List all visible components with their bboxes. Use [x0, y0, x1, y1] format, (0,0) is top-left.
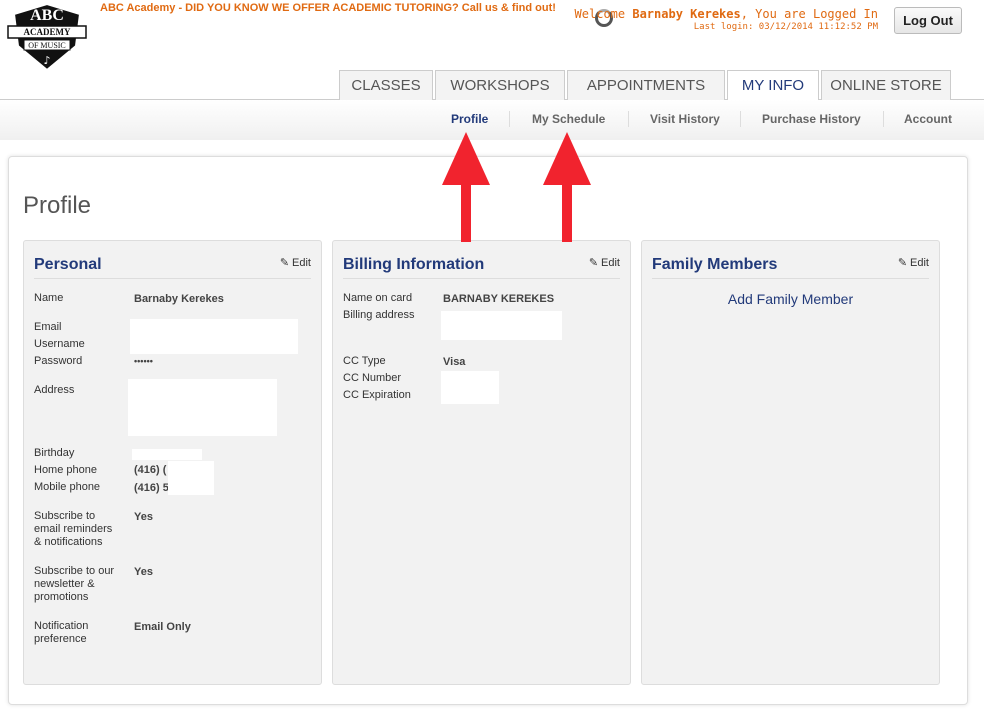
subnav-profile[interactable]: Profile	[451, 112, 488, 126]
tab-online-store[interactable]: ONLINE STORE	[821, 70, 951, 100]
logo-text-bottom: OF MUSIC	[28, 41, 66, 50]
username-label: Username	[34, 338, 85, 350]
subnav-separator	[628, 111, 629, 127]
subnav-my-schedule[interactable]: My Schedule	[532, 112, 605, 126]
name-on-card-value: BARNABY KEREKES	[443, 293, 555, 305]
subscribe-newsletter-label: Subscribe to our newsletter & promotions	[34, 565, 115, 603]
family-edit-link[interactable]: ✎ Edit	[898, 256, 929, 269]
card-divider	[34, 278, 311, 279]
edit-label: Edit	[910, 257, 929, 269]
billing-address-label: Billing address	[343, 309, 415, 321]
last-login: Last login: 03/12/2014 11:12:52 PM	[693, 22, 878, 32]
welcome-message: Welcome Barnaby Kerekes, You are Logged …	[575, 7, 878, 21]
abc-academy-logo[interactable]: ABC ACADEMY OF MUSIC ♪	[6, 0, 88, 72]
home-phone-value: (416) (	[134, 464, 167, 476]
cc-type-label: CC Type	[343, 355, 386, 367]
name-value: Barnaby Kerekes	[134, 293, 224, 305]
edit-label: Edit	[292, 257, 311, 269]
arrow-up-icon	[442, 132, 490, 242]
add-family-member-link[interactable]: Add Family Member	[642, 291, 939, 307]
edit-label: Edit	[601, 257, 620, 269]
subnav-purchase-history[interactable]: Purchase History	[762, 112, 861, 126]
redacted-birthday	[132, 449, 202, 460]
pencil-icon: ✎	[279, 257, 290, 269]
personal-card: Personal ✎ Edit Name Barnaby Kerekes Emai…	[23, 240, 322, 685]
address-label: Address	[34, 384, 75, 396]
redacted-billing-address	[441, 311, 562, 340]
family-card: Family Members ✎ Edit Add Family Member	[641, 240, 940, 685]
subnav-visit-history[interactable]: Visit History	[650, 112, 720, 126]
family-title: Family Members	[652, 256, 778, 273]
subnav-separator	[883, 111, 884, 127]
cc-expiration-label: CC Expiration	[343, 389, 411, 401]
mobile-phone-value: (416) 5	[134, 482, 169, 494]
sub-navigation: Profile My Schedule Visit History Purcha…	[0, 100, 984, 140]
billing-title: Billing Information	[343, 256, 485, 273]
subnav-account[interactable]: Account	[904, 112, 952, 126]
page-title: Profile	[23, 192, 92, 219]
user-name: Barnaby Kerekes	[632, 7, 741, 21]
pencil-icon: ✎	[897, 257, 908, 269]
name-on-card-label: Name on card	[343, 292, 413, 304]
password-value: ••••••	[134, 356, 153, 366]
subnav-separator	[740, 111, 741, 127]
subnav-separator	[509, 111, 510, 127]
mobile-phone-label: Mobile phone	[34, 481, 101, 493]
redacted-cc-details	[441, 371, 499, 404]
subscribe-newsletter-value: Yes	[134, 566, 153, 578]
logo-text-top: ABC	[30, 7, 64, 24]
personal-edit-link[interactable]: ✎ Edit	[280, 256, 311, 269]
birthday-label: Birthday	[34, 447, 75, 459]
pencil-icon: ✎	[588, 257, 599, 269]
card-divider	[652, 278, 929, 279]
name-label: Name	[34, 292, 64, 304]
notification-label: Notification preference	[34, 620, 89, 645]
promo-banner: ABC Academy - DID YOU KNOW WE OFFER ACAD…	[100, 2, 556, 14]
subscribe-reminders-label: Subscribe to email reminders & notificat…	[34, 510, 113, 548]
svg-text:♪: ♪	[43, 54, 50, 67]
subscribe-reminders-value: Yes	[134, 511, 153, 523]
welcome-prefix: Welcome	[574, 7, 633, 21]
card-divider	[343, 278, 620, 279]
tab-workshops[interactable]: WORKSHOPS	[435, 70, 565, 100]
cc-number-label: CC Number	[343, 372, 402, 384]
redacted-phones	[168, 461, 214, 495]
tab-appointments[interactable]: APPOINTMENTS	[567, 70, 725, 100]
redacted-email-username	[130, 319, 298, 354]
password-label: Password	[34, 355, 83, 367]
welcome-suffix: , You are Logged In	[740, 7, 878, 21]
redacted-address	[128, 379, 277, 436]
main-tabs: CLASSES WORKSHOPS APPOINTMENTS MY INFO O…	[339, 70, 953, 101]
arrow-up-icon	[543, 132, 591, 242]
logo-text-band: ACADEMY	[24, 27, 71, 37]
billing-edit-link[interactable]: ✎ Edit	[589, 256, 620, 269]
notification-value: Email Only	[134, 621, 191, 633]
home-phone-label: Home phone	[34, 464, 97, 476]
billing-card: Billing Information ✎ Edit Name on card B…	[332, 240, 631, 685]
email-label: Email	[34, 321, 62, 333]
personal-title: Personal	[34, 256, 102, 273]
tab-my-info[interactable]: MY INFO	[727, 70, 819, 101]
cc-type-value: Visa	[443, 356, 466, 368]
logout-button[interactable]: Log Out	[894, 7, 962, 34]
tab-classes[interactable]: CLASSES	[339, 70, 433, 100]
